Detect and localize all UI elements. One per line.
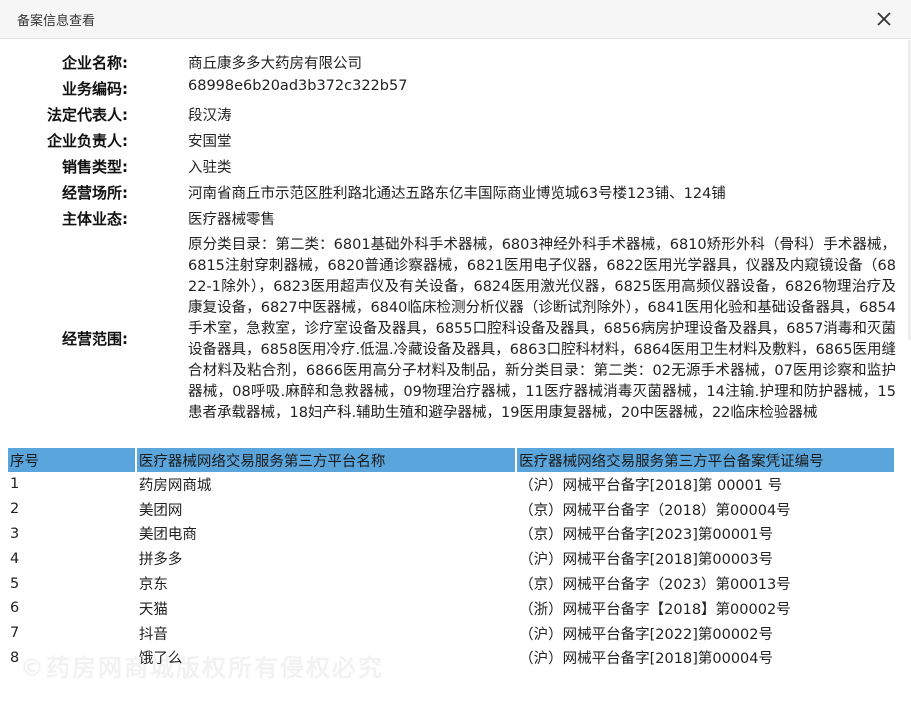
table-row: 4 拼多多 （沪）网械平台备字[2018]第00003号 bbox=[8, 546, 896, 571]
row-no: 6 bbox=[10, 600, 20, 617]
row-name: 美团电商 bbox=[138, 527, 197, 544]
window-title: 备案信息查看 bbox=[17, 14, 96, 29]
row-no: 2 bbox=[10, 501, 20, 518]
company-name-label: 企业名称: bbox=[62, 54, 128, 72]
row-code: （沪）网械平台备字[2018]第00003号 bbox=[519, 552, 773, 569]
platform-table: 序号 医疗器械网络交易服务第三方平台名称 医疗器械网络交易服务第三方平台备案凭证… bbox=[8, 448, 896, 670]
table-header-row: 序号 医疗器械网络交易服务第三方平台名称 医疗器械网络交易服务第三方平台备案凭证… bbox=[8, 448, 896, 472]
table-row: 6 天猫 （浙）网械平台备字【2018】第00002号 bbox=[8, 596, 896, 621]
scope-value: 原分类目录：第二类：6801基础外科手术器械，6803神经外科手术器械，6810… bbox=[188, 237, 896, 421]
row-code: （京）网械平台备字（2018）第00004号 bbox=[519, 502, 791, 519]
table-row: 3 美团电商 （京）网械平台备字[2023]第00001号 bbox=[8, 522, 896, 547]
business-code-label: 业务编码: bbox=[62, 80, 128, 98]
row-no: 3 bbox=[10, 525, 20, 542]
table-row: 8 饿了么 （沪）网械平台备字[2018]第00004号 bbox=[8, 646, 896, 671]
row-name: 药房网商城 bbox=[138, 477, 212, 494]
scope-label: 经营范围: bbox=[62, 330, 128, 348]
company-name-value: 商丘康多多大药房有限公司 bbox=[188, 56, 362, 72]
table-row: 2 美团网 （京）网械平台备字（2018）第00004号 bbox=[8, 497, 896, 522]
legal-rep-label: 法定代表人: bbox=[47, 106, 128, 124]
table-row: 7 抖音 （沪）网械平台备字[2022]第00002号 bbox=[8, 621, 896, 646]
row-name: 天猫 bbox=[138, 601, 168, 618]
row-code: （沪）网械平台备字[2018]第 00001 号 bbox=[519, 477, 783, 494]
row-no: 7 bbox=[10, 625, 20, 642]
row-name: 抖音 bbox=[138, 626, 168, 643]
row-code: （沪）网械平台备字[2022]第00002号 bbox=[519, 626, 773, 643]
manager-label: 企业负责人: bbox=[47, 132, 128, 150]
business-form-label: 主体业态: bbox=[62, 210, 128, 228]
row-code: （沪）网械平台备字[2018]第00004号 bbox=[519, 651, 773, 668]
header-platform-code: 医疗器械网络交易服务第三方平台备案凭证编号 bbox=[517, 448, 896, 472]
row-no: 4 bbox=[10, 550, 20, 567]
row-name: 饿了么 bbox=[138, 651, 183, 668]
row-code: （京）网械平台备字（2023）第00013号 bbox=[519, 577, 791, 594]
address-value: 河南省商丘市示范区胜利路北通达五路东亿丰国际商业博览城63号楼123铺、124铺 bbox=[188, 186, 726, 202]
row-name: 拼多多 bbox=[138, 552, 183, 569]
row-code: （京）网械平台备字[2023]第00001号 bbox=[519, 527, 773, 544]
title-bar: 备案信息查看 bbox=[0, 0, 911, 39]
address-label: 经营场所: bbox=[62, 184, 128, 202]
row-no: 5 bbox=[10, 575, 20, 592]
table-row: 5 京东 （京）网械平台备字（2023）第00013号 bbox=[8, 571, 896, 596]
row-code: （浙）网械平台备字【2018】第00002号 bbox=[519, 601, 791, 618]
row-name: 美团网 bbox=[138, 502, 183, 519]
table-row: 1 药房网商城 （沪）网械平台备字[2018]第 00001 号 bbox=[8, 472, 896, 497]
sales-type-label: 销售类型: bbox=[62, 158, 128, 176]
row-no: 8 bbox=[10, 649, 20, 666]
manager-value: 安国堂 bbox=[188, 134, 232, 150]
business-form-value: 医疗器械零售 bbox=[188, 212, 275, 228]
sales-type-value: 入驻类 bbox=[188, 160, 232, 176]
row-no: 1 bbox=[10, 476, 20, 493]
business-code-value: 68998e6b20ad3b372c322b57 bbox=[188, 78, 408, 94]
row-name: 京东 bbox=[138, 577, 168, 594]
legal-rep-value: 段汉涛 bbox=[188, 108, 232, 124]
header-platform-name: 医疗器械网络交易服务第三方平台名称 bbox=[136, 448, 518, 472]
header-no: 序号 bbox=[8, 448, 137, 472]
close-icon[interactable] bbox=[875, 10, 893, 28]
